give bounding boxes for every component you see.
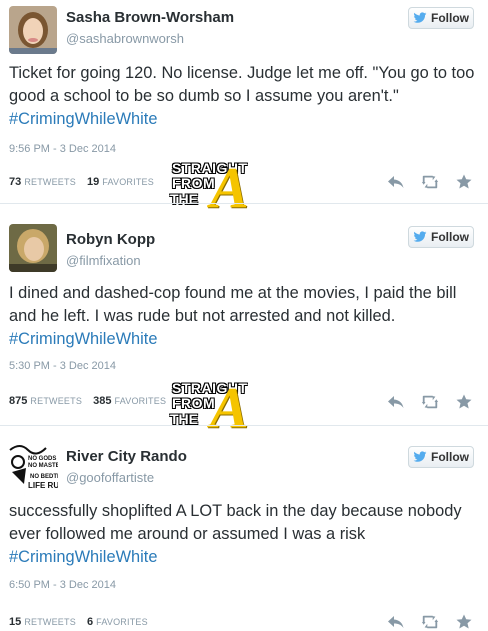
- retweet-count[interactable]: 73: [9, 176, 21, 188]
- tweet-timestamp[interactable]: 9:56 PM - 3 Dec 2014: [9, 143, 116, 155]
- retweet-icon[interactable]: [420, 614, 440, 630]
- tweet-stats: 875 RETWEETS 385 FAVORITES: [9, 395, 174, 407]
- reply-icon[interactable]: [386, 174, 406, 190]
- tweet-card: Robyn Kopp @filmfixation Follow I dined …: [0, 204, 488, 440]
- tweet-actions: [386, 174, 474, 190]
- follow-button[interactable]: Follow: [408, 7, 474, 29]
- follow-label: Follow: [431, 11, 469, 25]
- display-name[interactable]: Robyn Kopp: [66, 231, 155, 248]
- user-handle[interactable]: @sashabrownworsh: [66, 31, 184, 46]
- user-handle[interactable]: @filmfixation: [66, 253, 141, 268]
- favorite-star-icon[interactable]: [454, 614, 474, 630]
- tweet-card: NO GODS NO MASTERS NO BEDTIMES LIFE RULE…: [0, 426, 488, 631]
- twitter-bird-icon: [413, 231, 427, 242]
- favorite-star-icon[interactable]: [454, 394, 474, 410]
- favorites-label: FAVORITES: [102, 177, 154, 187]
- tweet-actions: [386, 614, 474, 630]
- tweet-stats: 15 RETWEETS 6 FAVORITES: [9, 616, 156, 628]
- watermark-line2: FROM: [172, 175, 216, 191]
- favorites-label: FAVORITES: [96, 617, 148, 627]
- avatar[interactable]: [9, 6, 57, 54]
- svg-text:NO GODS: NO GODS: [28, 456, 56, 462]
- tweet-stats: 73 RETWEETS 19 FAVORITES: [9, 176, 162, 188]
- avatar[interactable]: [9, 224, 57, 272]
- reply-icon[interactable]: [386, 614, 406, 630]
- tweet-text-body: I dined and dashed-cop found me at the m…: [9, 284, 457, 325]
- retweets-label: RETWEETS: [30, 396, 83, 406]
- svg-text:NO BEDTIMES: NO BEDTIMES: [30, 474, 58, 480]
- retweet-icon[interactable]: [420, 174, 440, 190]
- follow-button[interactable]: Follow: [408, 446, 474, 468]
- hashtag-link[interactable]: #CrimingWhileWhite: [9, 548, 157, 566]
- user-handle[interactable]: @goofoffartiste: [66, 470, 154, 485]
- tweet-text-body: Ticket for going 120. No license. Judge …: [9, 64, 475, 105]
- favorite-count[interactable]: 385: [93, 395, 111, 407]
- hashtag-link[interactable]: #CrimingWhileWhite: [9, 110, 157, 128]
- tweet-timestamp[interactable]: 5:30 PM - 3 Dec 2014: [9, 360, 116, 372]
- favorites-label: FAVORITES: [114, 396, 167, 406]
- retweets-label: RETWEETS: [24, 177, 76, 187]
- tweet-timestamp[interactable]: 6:50 PM - 3 Dec 2014: [9, 579, 116, 591]
- retweet-count[interactable]: 15: [9, 616, 21, 628]
- display-name[interactable]: Sasha Brown-Worsham: [66, 9, 234, 26]
- tweet-text: I dined and dashed-cop found me at the m…: [9, 282, 479, 351]
- follow-label: Follow: [431, 450, 469, 464]
- twitter-bird-icon: [413, 451, 427, 462]
- hashtag-link[interactable]: #CrimingWhileWhite: [9, 330, 157, 348]
- avatar[interactable]: NO GODS NO MASTERS NO BEDTIMES LIFE RULE…: [6, 440, 58, 492]
- tweet-actions: [386, 394, 474, 410]
- svg-text:NO MASTERS: NO MASTERS: [28, 463, 58, 469]
- retweet-count[interactable]: 875: [9, 395, 27, 407]
- tweet-card: Sasha Brown-Worsham @sashabrownworsh Fol…: [0, 0, 488, 220]
- favorite-star-icon[interactable]: [454, 174, 474, 190]
- tweet-text: Ticket for going 120. No license. Judge …: [9, 62, 479, 131]
- reply-icon[interactable]: [386, 394, 406, 410]
- favorite-count[interactable]: 19: [87, 176, 99, 188]
- favorite-count[interactable]: 6: [87, 616, 93, 628]
- twitter-bird-icon: [413, 12, 427, 23]
- follow-button[interactable]: Follow: [408, 226, 474, 248]
- retweet-icon[interactable]: [420, 394, 440, 410]
- watermark-line2: FROM: [172, 395, 216, 411]
- retweets-label: RETWEETS: [24, 617, 76, 627]
- tweet-text-body: successfully shoplifted A LOT back in th…: [9, 502, 462, 543]
- display-name[interactable]: River City Rando: [66, 448, 187, 465]
- tweet-text: successfully shoplifted A LOT back in th…: [9, 500, 479, 569]
- follow-label: Follow: [431, 230, 469, 244]
- svg-text:LIFE RULES: LIFE RULES: [28, 481, 58, 490]
